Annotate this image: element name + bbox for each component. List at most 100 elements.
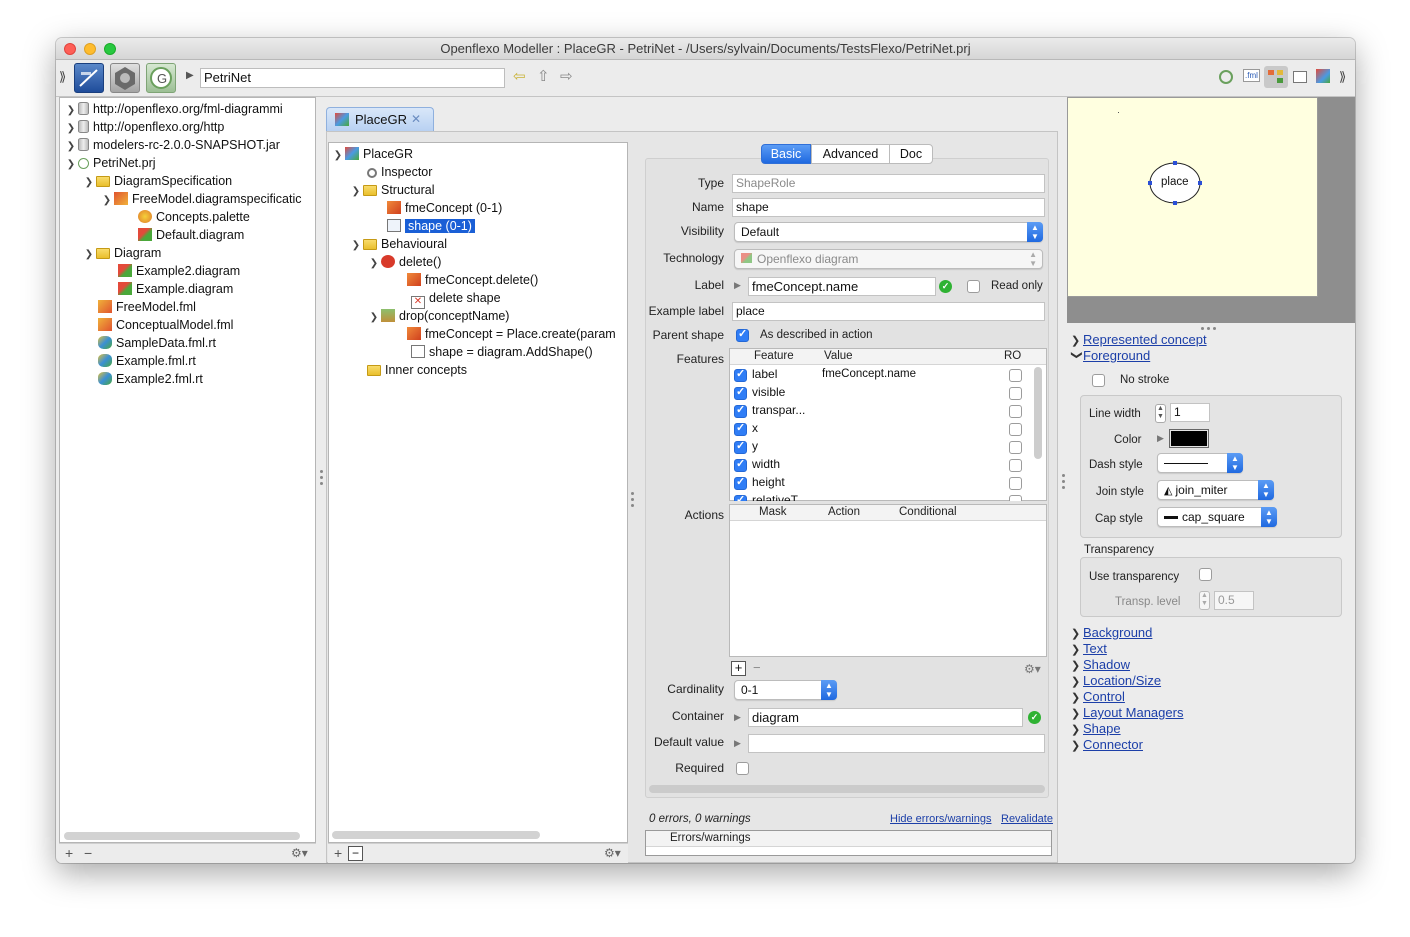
- use-transparency-checkbox[interactable]: [1199, 568, 1212, 581]
- back-arrow-icon[interactable]: ⇦: [513, 67, 526, 85]
- horizontal-scrollbar[interactable]: [332, 831, 540, 839]
- section-text[interactable]: ❯ Text: [1071, 641, 1107, 656]
- tree-item[interactable]: FreeModel.fml: [98, 298, 196, 316]
- tab-placegr[interactable]: PlaceGR ✕: [326, 107, 434, 131]
- remove-icon[interactable]: −: [84, 845, 92, 861]
- tree-item[interactable]: ❯ delete(): [367, 253, 441, 271]
- feature-readonly-checkbox[interactable]: [1009, 477, 1022, 490]
- splitter-handle[interactable]: [1062, 480, 1065, 483]
- tree-item[interactable]: Inner concepts: [367, 361, 467, 379]
- tree-item[interactable]: ❯ FreeModel.diagramspecificatic: [100, 190, 315, 208]
- tree-item[interactable]: Example2.fml.rt: [98, 370, 203, 388]
- splitter-handle[interactable]: [320, 470, 323, 473]
- tree-item[interactable]: Default.diagram: [138, 226, 244, 244]
- container-binding-field[interactable]: diagram: [748, 708, 1023, 727]
- tree-item[interactable]: shape (0-1): [387, 217, 475, 235]
- zoom-window-button[interactable]: [104, 43, 116, 55]
- feature-readonly-checkbox[interactable]: [1009, 459, 1022, 472]
- tab-advanced[interactable]: Advanced: [811, 144, 890, 164]
- tree-item[interactable]: ❯ http://openflexo.org/fml-diagrammi: [64, 100, 283, 118]
- up-arrow-icon[interactable]: ⇧: [537, 67, 550, 85]
- splitter-handle[interactable]: [1062, 474, 1065, 477]
- tree-item[interactable]: ❯ modelers-rc-2.0.0-SNAPSHOT.jar: [64, 136, 280, 154]
- feature-enabled-checkbox[interactable]: [734, 439, 747, 454]
- close-window-button[interactable]: [64, 43, 76, 55]
- preview-canvas[interactable]: place: [1067, 97, 1318, 297]
- tree-item[interactable]: fmeConcept (0-1): [387, 199, 502, 217]
- splitter-handle[interactable]: [320, 476, 323, 479]
- line-width-field[interactable]: 1: [1170, 403, 1210, 422]
- join-style-select[interactable]: ◭ join_miter ▲ ▼: [1157, 480, 1274, 500]
- tree-item[interactable]: Example.fml.rt: [98, 352, 196, 370]
- modeller-perspective-icon[interactable]: [74, 63, 104, 93]
- add-icon[interactable]: +: [334, 845, 342, 861]
- tree-item[interactable]: ❯ PetriNet.prj: [64, 154, 156, 172]
- window-view-icon[interactable]: [1293, 71, 1307, 83]
- expand-arrow-icon[interactable]: ▶: [734, 712, 741, 723]
- add-icon[interactable]: +: [65, 845, 73, 861]
- minimize-window-button[interactable]: [84, 43, 96, 55]
- feature-enabled-checkbox[interactable]: [734, 457, 747, 472]
- name-field[interactable]: shape: [732, 198, 1045, 217]
- remove-action-button[interactable]: −: [753, 660, 761, 675]
- chevron-down-icon[interactable]: ❯: [64, 156, 78, 174]
- feature-enabled-checkbox[interactable]: [734, 367, 747, 382]
- cap-style-select[interactable]: cap_square ▲ ▼: [1157, 507, 1277, 527]
- section-background[interactable]: ❯ Background: [1071, 625, 1152, 640]
- tree-item[interactable]: Concepts.palette: [138, 208, 250, 226]
- splitter-handle[interactable]: [631, 504, 634, 507]
- horizontal-scrollbar[interactable]: [649, 785, 1045, 793]
- chevron-down-icon[interactable]: ❯: [82, 246, 96, 264]
- line-width-stepper[interactable]: ▲ ▼: [1155, 404, 1166, 423]
- add-action-button[interactable]: +: [731, 661, 746, 676]
- feature-value[interactable]: fmeConcept.name: [822, 368, 916, 380]
- diagram-view-icon[interactable]: [1264, 66, 1288, 88]
- dash-style-select[interactable]: ▲ ▼: [1157, 453, 1243, 473]
- splitter-handle[interactable]: [631, 498, 634, 501]
- required-checkbox[interactable]: [736, 762, 749, 775]
- splitter-handle[interactable]: [320, 482, 323, 485]
- tree-item[interactable]: Example.diagram: [118, 280, 233, 298]
- horizontal-scrollbar[interactable]: [64, 832, 300, 840]
- tree-item[interactable]: ❯ http://openflexo.org/http: [64, 118, 224, 136]
- section-foreground[interactable]: ❯Foreground: [1071, 348, 1151, 363]
- feature-enabled-checkbox[interactable]: [734, 385, 747, 400]
- chevron-down-icon[interactable]: ❯: [100, 192, 114, 208]
- visibility-select[interactable]: Default ▲ ▼: [734, 222, 1043, 242]
- chevron-down-icon[interactable]: ❯: [349, 183, 363, 201]
- tree-item[interactable]: Example2.diagram: [118, 262, 240, 280]
- tree-item[interactable]: ❯ DiagramSpecification: [82, 172, 232, 190]
- section-control[interactable]: ❯ Control: [1071, 689, 1125, 704]
- gear-icon[interactable]: ⚙▾: [604, 846, 621, 860]
- gear-icon[interactable]: ⚙▾: [1024, 662, 1041, 676]
- tree-item[interactable]: shape = diagram.AddShape(): [411, 343, 593, 361]
- hide-errors-link[interactable]: Hide errors/warnings: [890, 813, 991, 825]
- fml-file-icon[interactable]: .fml: [1243, 69, 1260, 82]
- splitter-handle[interactable]: [1213, 327, 1216, 330]
- no-stroke-checkbox[interactable]: [1092, 374, 1105, 387]
- chevron-down-icon[interactable]: ❯: [367, 255, 381, 273]
- close-tab-icon[interactable]: ✕: [411, 112, 421, 126]
- revalidate-link[interactable]: Revalidate: [1001, 813, 1053, 825]
- path-field[interactable]: PetriNet: [200, 68, 505, 88]
- tree-item[interactable]: Inspector: [367, 163, 432, 181]
- chevron-down-icon[interactable]: ❯: [331, 147, 345, 165]
- tree-item[interactable]: ❯ Diagram: [82, 244, 161, 262]
- splitter-handle[interactable]: [1207, 327, 1210, 330]
- parent-shape-checkbox[interactable]: [736, 327, 749, 342]
- tab-basic[interactable]: Basic: [761, 144, 811, 164]
- splitter-handle[interactable]: [1201, 327, 1204, 330]
- example-label-field[interactable]: place: [732, 302, 1045, 321]
- tree-item[interactable]: ✕ delete shape: [411, 289, 501, 309]
- collapse-right-icon[interactable]: ⟫: [1339, 69, 1346, 85]
- fml-view-icon[interactable]: [1219, 70, 1233, 84]
- collapse-left-icon[interactable]: ⟫: [59, 69, 66, 85]
- section-connector[interactable]: ❯ Connector: [1071, 737, 1143, 752]
- feature-readonly-checkbox[interactable]: [1009, 387, 1022, 400]
- section-shape[interactable]: ❯ Shape: [1071, 721, 1121, 736]
- section-shadow[interactable]: ❯ Shadow: [1071, 657, 1130, 672]
- section-represented-concept[interactable]: ❯ Represented concept: [1071, 332, 1207, 347]
- label-binding-field[interactable]: fmeConcept.name: [748, 277, 936, 296]
- cardinality-select[interactable]: 0-1 ▲ ▼: [734, 680, 837, 700]
- color-swatch[interactable]: [1169, 429, 1209, 448]
